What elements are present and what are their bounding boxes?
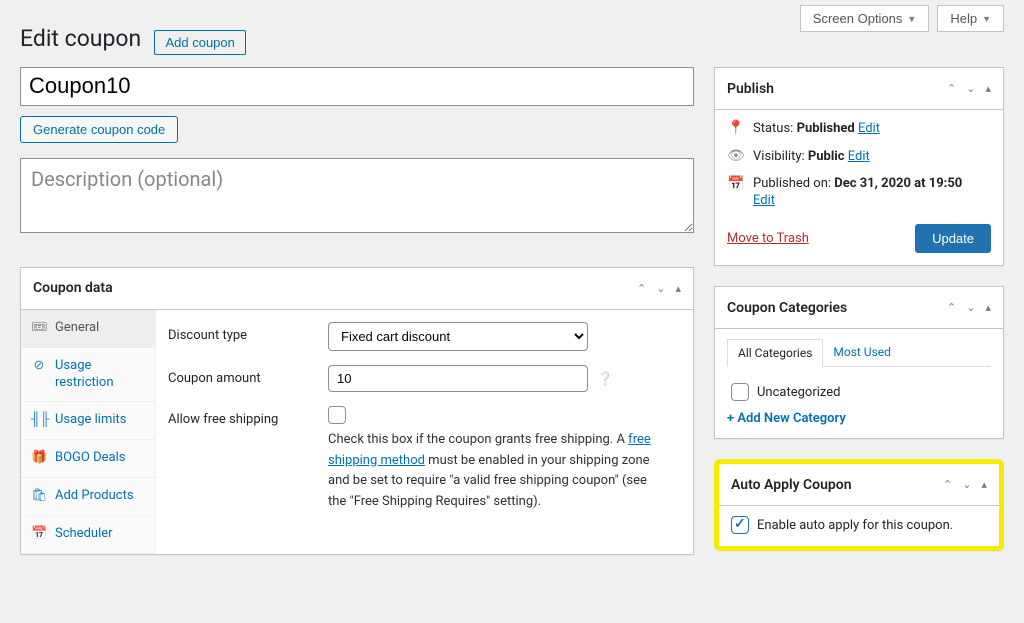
- visibility-label: Visibility:: [753, 149, 805, 164]
- coupon-data-title: Coupon data: [33, 280, 113, 296]
- gift-icon: 🎁: [31, 450, 47, 467]
- tab-usage-limits-label: Usage limits: [55, 412, 126, 429]
- screen-options-button[interactable]: Screen Options: [800, 5, 930, 32]
- tab-add-products[interactable]: 🛍 Add Products: [21, 478, 155, 516]
- collapse-icon[interactable]: ▴: [985, 302, 991, 313]
- edit-date-link[interactable]: Edit: [753, 193, 962, 208]
- trash-link[interactable]: Move to Trash: [727, 231, 809, 246]
- help-icon[interactable]: ❔: [597, 371, 613, 387]
- tab-scheduler[interactable]: 📅 Scheduler: [21, 516, 155, 554]
- edit-visibility-link[interactable]: Edit: [848, 149, 870, 164]
- move-down-icon[interactable]: ⌄: [656, 283, 665, 294]
- category-checkbox[interactable]: [731, 383, 749, 401]
- tab-usage-restriction-label: Usage restriction: [55, 358, 145, 392]
- visibility-value: Public: [808, 149, 845, 164]
- move-up-icon[interactable]: ⌃: [637, 283, 646, 294]
- move-down-icon[interactable]: ⌄: [966, 302, 975, 313]
- calendar-icon: 📅: [31, 526, 47, 543]
- add-coupon-button[interactable]: Add coupon: [154, 30, 245, 55]
- block-icon: ⊘: [31, 358, 47, 375]
- tab-usage-restriction[interactable]: ⊘ Usage restriction: [21, 348, 155, 403]
- ticket-icon: 🎟: [31, 320, 47, 337]
- tab-most-used[interactable]: Most Used: [823, 339, 901, 366]
- category-label: Uncategorized: [757, 385, 840, 400]
- calendar-icon: 📅: [727, 176, 743, 192]
- free-shipping-label: Allow free shipping: [168, 406, 328, 427]
- tab-bogo-label: BOGO Deals: [55, 450, 125, 467]
- move-up-icon[interactable]: ⌃: [947, 83, 956, 94]
- auto-apply-checkbox[interactable]: [731, 516, 749, 534]
- update-button[interactable]: Update: [915, 224, 991, 253]
- collapse-icon[interactable]: ▴: [981, 479, 987, 490]
- coupon-code-input[interactable]: [20, 67, 694, 106]
- collapse-icon[interactable]: ▴: [985, 83, 991, 94]
- description-textarea[interactable]: [20, 158, 694, 233]
- tab-all-categories[interactable]: All Categories: [727, 339, 823, 367]
- generate-code-button[interactable]: Generate coupon code: [20, 116, 178, 143]
- tab-scheduler-label: Scheduler: [55, 526, 113, 543]
- tab-general[interactable]: 🎟 General: [21, 310, 155, 348]
- tab-bogo[interactable]: 🎁 BOGO Deals: [21, 440, 155, 478]
- published-on-label: Published on:: [753, 176, 831, 191]
- eye-icon: 👁: [727, 148, 743, 164]
- coupon-amount-input[interactable]: [328, 365, 588, 392]
- pin-icon: 📍: [727, 120, 743, 136]
- move-up-icon[interactable]: ⌃: [943, 479, 952, 490]
- tab-general-label: General: [55, 320, 99, 337]
- move-up-icon[interactable]: ⌃: [947, 302, 956, 313]
- free-shipping-checkbox[interactable]: [328, 406, 346, 424]
- bag-icon: 🛍: [31, 488, 47, 505]
- auto-apply-title: Auto Apply Coupon: [731, 477, 852, 493]
- tab-add-products-label: Add Products: [55, 488, 134, 505]
- help-button[interactable]: Help: [937, 5, 1004, 32]
- categories-title: Coupon Categories: [727, 300, 847, 316]
- discount-type-select[interactable]: Fixed cart discount: [328, 322, 588, 351]
- auto-apply-label: Enable auto apply for this coupon.: [757, 518, 953, 533]
- published-on-value: Dec 31, 2020 at 19:50: [834, 176, 962, 191]
- page-title: Edit coupon: [20, 25, 141, 52]
- status-label: Status:: [753, 121, 793, 136]
- free-shipping-help: Check this box if the coupon grants free…: [328, 430, 668, 513]
- coupon-amount-label: Coupon amount: [168, 365, 328, 386]
- category-item[interactable]: Uncategorized: [731, 383, 987, 401]
- move-down-icon[interactable]: ⌄: [962, 479, 971, 490]
- tab-usage-limits[interactable]: ╢╟ Usage limits: [21, 402, 155, 440]
- edit-status-link[interactable]: Edit: [858, 121, 880, 136]
- move-down-icon[interactable]: ⌄: [966, 83, 975, 94]
- discount-type-label: Discount type: [168, 322, 328, 343]
- publish-title: Publish: [727, 81, 774, 97]
- sliders-icon: ╢╟: [31, 412, 47, 429]
- collapse-icon[interactable]: ▴: [675, 283, 681, 294]
- status-value: Published: [797, 121, 855, 136]
- add-category-link[interactable]: + Add New Category: [727, 411, 846, 426]
